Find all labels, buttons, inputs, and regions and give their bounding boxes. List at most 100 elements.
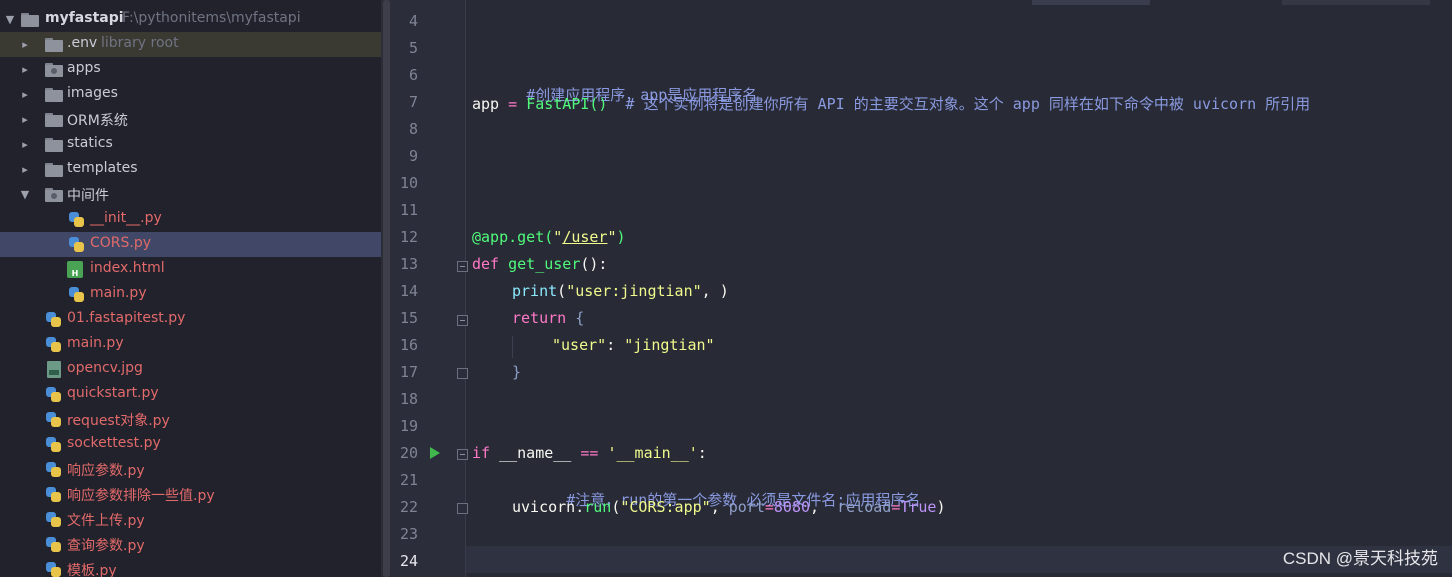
code-line-20[interactable]: if __name__ == '__main__': <box>472 444 707 462</box>
line-number: 7 <box>408 93 418 111</box>
chevron-right-icon[interactable]: ▸ <box>18 57 32 82</box>
comment: # 这个实例将是创建你所有 API 的主要交互对象。这个 app 同样在如下命令… <box>607 95 1311 113</box>
tree-item-label: __init__.py <box>90 210 162 226</box>
tree-item-template-py[interactable]: 模板.py <box>0 557 381 577</box>
tree-item-templates[interactable]: ▸ templates <box>0 157 381 182</box>
line-number: 4 <box>408 12 418 30</box>
watermark: CSDN @景天科技苑 <box>1282 549 1438 568</box>
code-line-16[interactable]: "user": "jingtian" <box>552 336 715 354</box>
chevron-right-icon[interactable]: ▸ <box>18 82 32 107</box>
keyword: def <box>472 255 509 273</box>
punctuation: , ) <box>701 282 729 300</box>
code-line-7[interactable]: app = FastAPI() # 这个实例将是创建你所有 API 的主要交互对… <box>472 93 1310 114</box>
tree-item-init-py[interactable]: __init__.py <box>0 207 381 232</box>
punctuation: (): <box>580 255 608 273</box>
code-line-13[interactable]: def get_user(): <box>472 255 607 273</box>
tree-item-orm[interactable]: ▸ ORM系统 <box>0 107 381 132</box>
fold-marker-icon[interactable] <box>457 315 468 326</box>
function-call: run <box>584 498 612 516</box>
operator: = <box>764 498 774 516</box>
line-number: 19 <box>399 417 418 435</box>
tree-item-label: statics <box>67 135 113 151</box>
tree-item-opencv-jpg[interactable]: opencv.jpg <box>0 357 381 382</box>
python-file-icon <box>69 212 85 228</box>
tree-item-response-exclude-py[interactable]: 响应参数排除一些值.py <box>0 482 381 507</box>
chevron-right-icon[interactable]: ▸ <box>18 132 32 157</box>
line-number: 22 <box>399 498 418 516</box>
fold-end-icon[interactable] <box>457 368 468 379</box>
tree-item-label: .env <box>67 35 98 51</box>
boolean: True <box>900 498 937 516</box>
python-file-icon <box>69 287 85 303</box>
tree-item-images[interactable]: ▸ images <box>0 82 381 107</box>
tree-item-index-html[interactable]: H index.html <box>0 257 381 282</box>
line-number: 14 <box>399 282 418 300</box>
tree-item-quickstart-py[interactable]: quickstart.py <box>0 382 381 407</box>
line-number: 16 <box>399 336 418 354</box>
tree-item-fastapitest-py[interactable]: 01.fastapitest.py <box>0 307 381 332</box>
tree-item-apps[interactable]: ▸ apps <box>0 57 381 82</box>
python-file-icon <box>46 537 62 553</box>
punctuation: , <box>710 498 729 516</box>
tree-item-label: CORS.py <box>90 235 152 251</box>
folder-icon <box>45 88 63 102</box>
tree-item-middleware[interactable]: ▼ 中间件 <box>0 182 381 207</box>
python-file-icon <box>46 412 62 428</box>
tree-item-label: request对象.py <box>67 413 170 429</box>
identifier: app <box>472 95 500 113</box>
line-number: 18 <box>399 390 418 408</box>
code-line-15[interactable]: return { <box>512 309 584 327</box>
code-editor[interactable]: 4 5 6 7 8 9 10 11 12 13 14 15 16 17 18 1… <box>392 0 1452 577</box>
punctuation: , <box>810 498 838 516</box>
folder-icon <box>45 113 63 127</box>
scrollbar-thumb[interactable] <box>383 0 390 577</box>
chevron-right-icon[interactable]: ▸ <box>18 32 32 57</box>
number: 8080 <box>773 498 811 516</box>
fold-end-icon[interactable] <box>457 503 468 514</box>
tree-item-label: 01.fastapitest.py <box>67 310 186 326</box>
tree-item-statics[interactable]: ▸ statics <box>0 132 381 157</box>
tree-root-myfastapi[interactable]: ▼ myfastapi F:\pythonitems\myfastapi <box>0 7 381 32</box>
decorator: @app.get( <box>472 228 554 246</box>
python-file-icon <box>46 312 62 328</box>
operator: = <box>499 95 527 113</box>
tree-item-env[interactable]: ▸ .env library root <box>0 32 381 57</box>
tree-scrollbar[interactable] <box>381 0 392 577</box>
punctuation: } <box>512 363 522 381</box>
string-quote: " <box>607 228 617 246</box>
fold-marker-icon[interactable] <box>457 261 468 272</box>
tree-item-query-params-py[interactable]: 查询参数.py <box>0 532 381 557</box>
python-file-icon <box>46 337 62 353</box>
tree-item-label: index.html <box>90 260 165 276</box>
tree-item-main-py[interactable]: main.py <box>0 332 381 357</box>
chevron-down-icon[interactable]: ▼ <box>3 7 17 32</box>
tree-item-upload-py[interactable]: 文件上传.py <box>0 507 381 532</box>
code-line-17[interactable]: } <box>512 363 521 381</box>
chevron-right-icon[interactable]: ▸ <box>18 107 32 132</box>
code-line-12[interactable]: @app.get("/user") <box>472 228 626 246</box>
route-path-link[interactable]: /user <box>562 228 607 246</box>
python-file-icon <box>46 512 62 528</box>
package-folder-icon <box>45 63 63 77</box>
project-path: F:\pythonitems\myfastapi <box>122 10 301 26</box>
tree-item-response-params-py[interactable]: 响应参数.py <box>0 457 381 482</box>
code-line-14[interactable]: print("user:jingtian", ) <box>512 282 729 300</box>
chevron-right-icon[interactable]: ▸ <box>18 157 32 182</box>
fold-marker-icon[interactable] <box>457 449 468 460</box>
run-icon[interactable] <box>430 447 440 459</box>
chevron-down-icon[interactable]: ▼ <box>18 182 32 207</box>
tree-item-main-py-nested[interactable]: main.py <box>0 282 381 307</box>
parameter-name: reload <box>837 498 892 516</box>
line-gutter: 4 5 6 7 8 9 10 11 12 13 14 15 16 17 18 1… <box>392 0 468 577</box>
string: '__main__' <box>607 444 698 462</box>
tree-item-cors-py[interactable]: CORS.py <box>0 232 381 257</box>
tree-item-sockettest-py[interactable]: sockettest.py <box>0 432 381 457</box>
tree-item-request-py[interactable]: request对象.py <box>0 407 381 432</box>
operator: == <box>571 444 608 462</box>
identifier: uvicorn. <box>512 498 585 516</box>
tree-item-label: 模板.py <box>67 563 117 577</box>
punctuation: { <box>566 309 585 327</box>
punctuation: : <box>697 444 707 462</box>
code-line-22[interactable]: uvicorn.run("CORS:app", port=8080, reloa… <box>512 498 946 516</box>
line-number: 15 <box>399 309 418 327</box>
